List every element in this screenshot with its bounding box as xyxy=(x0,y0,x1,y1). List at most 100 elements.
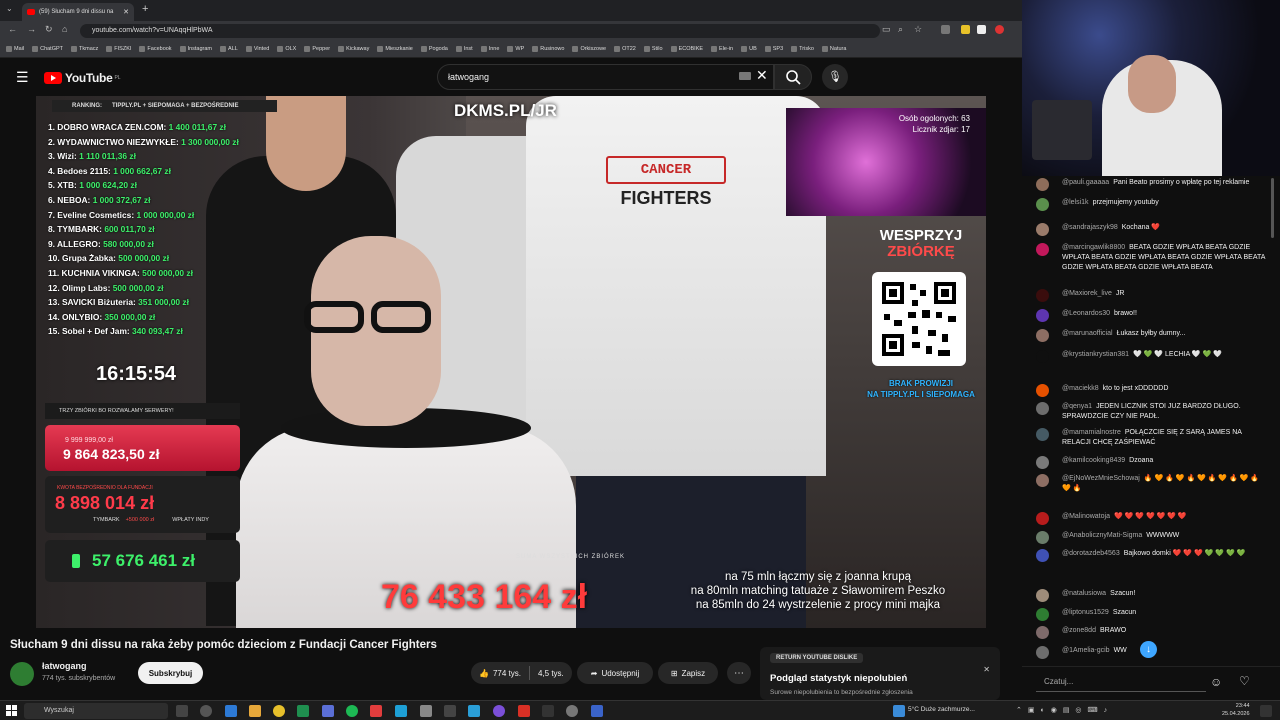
chat-username[interactable]: @qenya1 xyxy=(1062,403,1092,410)
channel-name[interactable]: łatwogang xyxy=(42,661,87,671)
bookmark-item[interactable]: UB xyxy=(741,46,757,52)
bookmark-item[interactable]: Trisko xyxy=(791,46,814,52)
start-button[interactable] xyxy=(6,705,17,716)
chat-message[interactable]: @maciekk8 kto to jest xDDDDDD xyxy=(1036,384,1266,397)
app-icon[interactable] xyxy=(591,705,603,717)
url-field[interactable]: youtube.com/watch?v=UNAqqHlPbWA xyxy=(80,24,880,38)
like-count[interactable]: 774 tys. xyxy=(493,669,521,678)
voice-search-button[interactable]: 🎙 xyxy=(822,64,848,90)
chat-username[interactable]: @marunaofficial xyxy=(1062,330,1113,337)
chat-username[interactable]: @Leonardos30 xyxy=(1062,310,1110,317)
bookmark-item[interactable]: FISZKI xyxy=(106,46,131,52)
bookmark-item[interactable]: OLX xyxy=(277,46,296,52)
chat-avatar[interactable] xyxy=(1036,243,1049,256)
chat-avatar[interactable] xyxy=(1036,626,1049,639)
chat-message[interactable]: @pauli.gaaaaa Pani Beato prosimy o wpłatę… xyxy=(1036,178,1266,191)
bookmark-item[interactable]: ChatGPT xyxy=(32,46,63,52)
chat-username[interactable]: @kamilcooking8439 xyxy=(1062,457,1125,464)
chat-message[interactable]: @zone8dd BRAWO xyxy=(1036,626,1266,639)
subscribe-button[interactable]: Subskrybuj xyxy=(138,662,203,684)
bookmark-item[interactable]: OT22 xyxy=(614,46,636,52)
bookmark-item[interactable]: Ele-in xyxy=(711,46,733,52)
chat-username[interactable]: @liptonus1529 xyxy=(1062,609,1109,616)
chat-username[interactable]: @marcingawlik8800 xyxy=(1062,244,1125,251)
bookmark-item[interactable]: Natura xyxy=(821,46,846,52)
donation-qr-code[interactable] xyxy=(872,272,966,366)
chat-message[interactable]: @Leonardos30 brawo!! xyxy=(1036,309,1266,322)
chat-avatar[interactable] xyxy=(1036,329,1049,342)
bookmark-item[interactable]: Stilo xyxy=(643,46,663,52)
bookmark-item[interactable]: Vinted xyxy=(245,46,269,52)
chat-avatar[interactable] xyxy=(1036,549,1049,562)
chat-message[interactable]: @marunaofficial Łukasz byłby dumny... xyxy=(1036,329,1266,342)
bookmark-item[interactable]: Pepper xyxy=(304,46,330,52)
chat-username[interactable]: @1Amelia-gcib xyxy=(1062,647,1110,654)
chat-username[interactable]: @pauli.gaaaaa xyxy=(1062,179,1109,186)
bookmark-item[interactable]: Instagram xyxy=(179,46,212,52)
zoom-icon[interactable]: ⌕ xyxy=(898,24,903,35)
bookmark-item[interactable]: Rusinowo xyxy=(532,46,564,52)
tab-list-icon[interactable]: ⌄ xyxy=(6,4,13,13)
cast-icon[interactable]: ▭ xyxy=(882,24,891,35)
filezilla-icon[interactable] xyxy=(518,705,530,717)
bookmark-item[interactable]: Inst xyxy=(455,46,473,52)
chat-avatar[interactable] xyxy=(1036,608,1049,621)
like-icon[interactable]: 👍 xyxy=(479,669,489,678)
chat-message[interactable]: @marcingawlik8800 BEATA GDZIE WPŁATA BEAT… xyxy=(1036,243,1266,273)
extension-icon[interactable] xyxy=(941,25,950,34)
new-tab-button[interactable]: + xyxy=(142,3,148,15)
chat-message[interactable]: @qenya1 JEDEN LICZNIK STOI JUZ BARDZO DŁU… xyxy=(1036,402,1266,422)
chat-avatar[interactable] xyxy=(1036,223,1049,236)
more-actions-button[interactable]: ⋯ xyxy=(727,662,751,684)
chat-message[interactable]: @sandrajaszyk98 Kochana ❤️ xyxy=(1036,223,1266,236)
chat-message[interactable]: @dorotazdeb4563 Bajkowo domki ❤️ ❤️ ❤️ 💚 … xyxy=(1036,549,1266,562)
close-tab-icon[interactable]: ✕ xyxy=(123,8,129,16)
chat-message[interactable]: @krystiankrystian381 🤍 💚 🤍 LECHIA 🤍 💚 🤍 xyxy=(1036,350,1266,363)
bookmark-item[interactable]: Kickaway xyxy=(338,46,369,52)
bookmark-item[interactable]: Facebook xyxy=(139,46,172,52)
clock-time[interactable]: 23:44 xyxy=(1222,702,1250,710)
chat-avatar[interactable] xyxy=(1036,384,1049,397)
channel-avatar[interactable] xyxy=(10,662,34,686)
app-icon[interactable] xyxy=(322,705,334,717)
chat-message[interactable]: @kamilcooking8439 Dzoana xyxy=(1036,456,1266,469)
close-popup-icon[interactable]: ✕ xyxy=(983,665,990,674)
clock-date[interactable]: 25.04.2026 xyxy=(1222,710,1250,718)
chat-username[interactable]: @sandrajaszyk98 xyxy=(1062,224,1118,231)
bookmark-item[interactable]: Pogoda xyxy=(420,46,448,52)
bookmark-item[interactable]: Orkiszowe xyxy=(572,46,606,52)
chat-username[interactable]: @lelsi1k xyxy=(1062,199,1089,206)
chat-avatar[interactable] xyxy=(1036,646,1049,659)
bookmark-item[interactable]: SP3 xyxy=(764,46,783,52)
scroll-down-button[interactable]: ↓ xyxy=(1140,641,1157,658)
vscode-icon[interactable] xyxy=(225,705,237,717)
search-input[interactable]: łatwogang xyxy=(437,64,774,90)
chat-avatar[interactable] xyxy=(1036,589,1049,602)
chat-message[interactable]: @mamamialnostre POŁĄCZCIE SIĘ Z SARĄ JAME… xyxy=(1036,428,1266,448)
app-icon[interactable] xyxy=(542,705,554,717)
hamburger-menu-icon[interactable]: ☰ xyxy=(16,70,29,84)
bookmark-item[interactable]: Inne xyxy=(480,46,499,52)
bookmark-item[interactable]: Tkmacz xyxy=(71,46,98,52)
chat-username[interactable]: @mamamialnostre xyxy=(1062,429,1121,436)
app-icon[interactable] xyxy=(493,705,505,717)
chat-message[interactable]: @lelsi1k przejmujemy youtuby xyxy=(1036,198,1266,211)
folder-icon[interactable] xyxy=(249,705,261,717)
youtube-logo[interactable]: YouTube PL xyxy=(44,71,121,85)
chat-message[interactable]: @liptonus1529 Szacun xyxy=(1036,608,1266,621)
chat-input[interactable]: Czatuj... xyxy=(1036,672,1206,692)
chat-username[interactable]: @Malinowatoja xyxy=(1062,513,1110,520)
bookmark-item[interactable]: Mail xyxy=(6,46,24,52)
extension-icon[interactable] xyxy=(961,25,970,34)
chrome-icon[interactable] xyxy=(273,705,285,717)
search-button[interactable] xyxy=(774,64,812,90)
app-icon[interactable] xyxy=(566,705,578,717)
chat-avatar[interactable] xyxy=(1036,178,1049,191)
chat-avatar[interactable] xyxy=(1036,428,1049,441)
weather-text[interactable]: 5°C Duże zachmurze... xyxy=(908,706,975,713)
chat-username[interactable]: @EjNoWezMnieSchowaj xyxy=(1062,475,1140,482)
excel-icon[interactable] xyxy=(297,705,309,717)
chat-message[interactable]: @Malinowatoja ❤️ ❤️ ❤️ ❤️ ❤️ ❤️ ❤️ xyxy=(1036,512,1266,525)
chat-username[interactable]: @AnabolicznyMati-Sigma xyxy=(1062,532,1142,539)
profile-icon[interactable] xyxy=(995,25,1004,34)
